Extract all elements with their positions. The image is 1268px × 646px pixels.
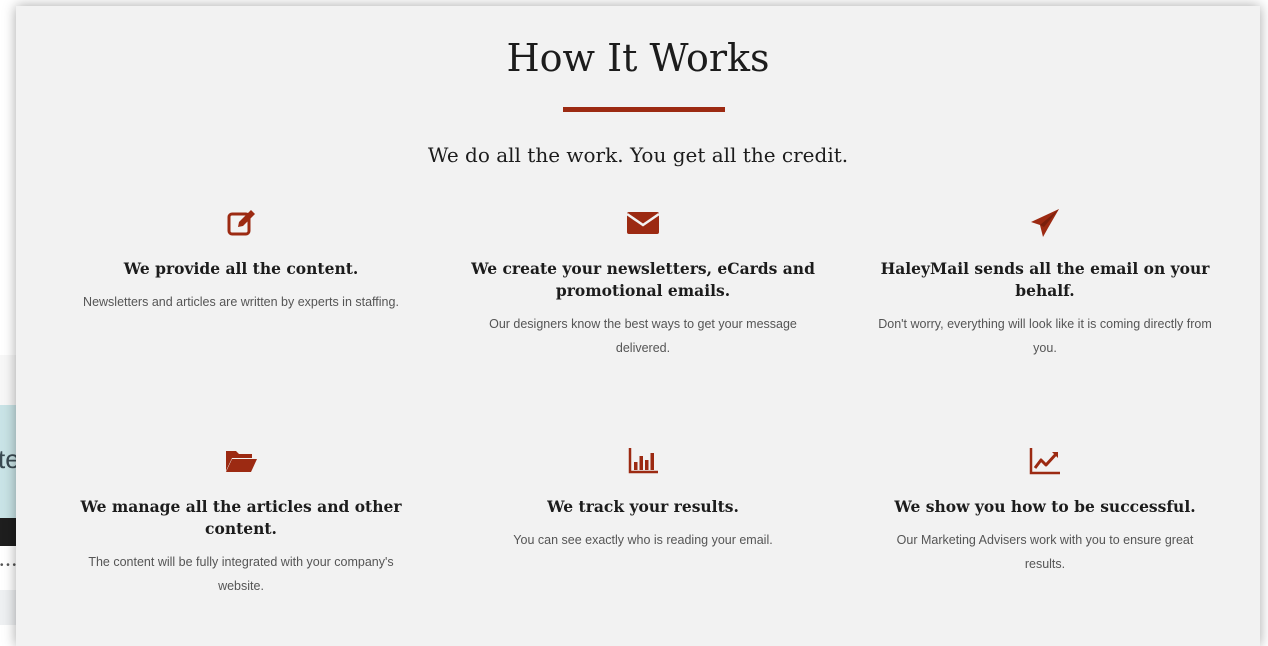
feature-tracking: We track your results. You can see exact… — [463, 444, 823, 552]
feature-description: Our Marketing Advisers work with you to … — [896, 533, 1194, 571]
section-title: How It Works — [506, 36, 770, 80]
feature-description: Newsletters and articles are written by … — [83, 295, 399, 309]
feature-heading: We track your results. — [547, 497, 739, 516]
feature-newsletters: We create your newsletters, eCards and p… — [463, 206, 823, 360]
edit-icon — [227, 210, 255, 236]
feature-sending: HaleyMail sends all the email on your be… — [865, 206, 1225, 360]
feature-description: Our designers know the best ways to get … — [489, 317, 797, 355]
feature-content: We provide all the content. Newsletters … — [61, 206, 421, 314]
envelope-icon — [626, 212, 660, 234]
how-it-works-section: How It Works We do all the work. You get… — [16, 6, 1260, 646]
section-subtitle: We do all the work. You get all the cred… — [427, 143, 849, 167]
feature-heading: We create your newsletters, eCards and p… — [471, 259, 815, 300]
line-chart-icon — [1029, 448, 1060, 475]
feature-heading: We show you how to be successful. — [894, 497, 1196, 516]
feature-heading: We manage all the articles and other con… — [80, 497, 402, 538]
feature-management: We manage all the articles and other con… — [61, 444, 421, 598]
folder-open-icon — [226, 451, 257, 472]
bar-chart-icon — [628, 448, 658, 474]
paper-plane-icon — [1031, 209, 1059, 237]
background-dots: • • • — [0, 560, 17, 571]
title-divider — [563, 107, 725, 112]
feature-description: You can see exactly who is reading your … — [513, 533, 773, 547]
feature-description: Don't worry, everything will look like i… — [878, 317, 1212, 355]
feature-success: We show you how to be successful. Our Ma… — [865, 444, 1225, 576]
feature-heading: HaleyMail sends all the email on your be… — [880, 259, 1210, 300]
feature-heading: We provide all the content. — [123, 259, 359, 278]
feature-description: The content will be fully integrated wit… — [88, 555, 394, 593]
